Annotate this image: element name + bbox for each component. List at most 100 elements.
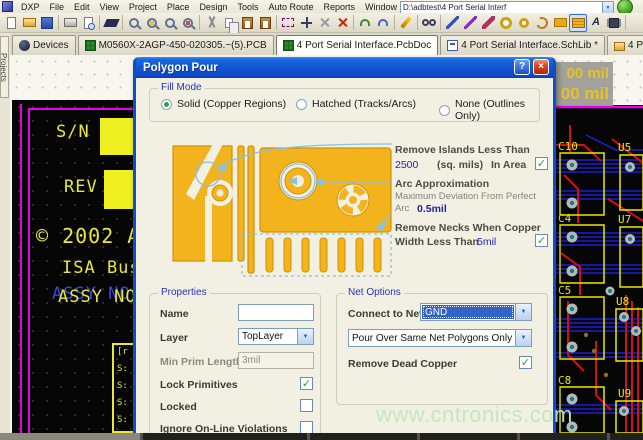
radio-icon[interactable] bbox=[296, 99, 307, 110]
radio-solid[interactable]: Solid (Copper Regions) bbox=[161, 98, 286, 110]
connect-to-net-label: Connect to Net bbox=[348, 308, 423, 320]
chevron-down-icon[interactable]: ▼ bbox=[515, 330, 531, 346]
clear-selection-button[interactable] bbox=[315, 14, 333, 32]
menu-design[interactable]: Design bbox=[194, 2, 232, 12]
necks-width-value[interactable]: 5mil bbox=[477, 236, 496, 248]
arc-deviation-value[interactable]: 0.5mil bbox=[417, 203, 447, 215]
silkscreen-sn-label: S/N bbox=[56, 122, 90, 142]
tab-devices[interactable]: Devices bbox=[12, 35, 76, 55]
place-via-button[interactable] bbox=[515, 14, 533, 32]
select-area-button[interactable] bbox=[279, 14, 297, 32]
toolbar-separator bbox=[99, 15, 100, 30]
interactive-route-icon bbox=[400, 16, 411, 29]
paste-button[interactable] bbox=[238, 14, 256, 32]
close-icon[interactable]: × bbox=[533, 59, 549, 75]
cut-button[interactable] bbox=[202, 14, 220, 32]
polygon-pour-preview bbox=[148, 136, 392, 288]
move-button[interactable] bbox=[297, 14, 315, 32]
open-button[interactable] bbox=[20, 14, 38, 32]
place-component-icon bbox=[609, 18, 619, 28]
place-track-icon bbox=[446, 16, 459, 29]
clear-filter-button[interactable] bbox=[333, 14, 351, 32]
menu-reports[interactable]: Reports bbox=[319, 2, 361, 12]
print-preview-button[interactable] bbox=[79, 14, 97, 32]
undo-icon bbox=[360, 19, 370, 26]
place-wire-button[interactable] bbox=[461, 14, 479, 32]
lock-primitives-checkbox[interactable]: ✓ bbox=[300, 377, 313, 390]
dialog-title-bar[interactable]: Polygon Pour ? × bbox=[136, 57, 553, 78]
clear-filter-icon bbox=[336, 16, 349, 29]
toolbar: A bbox=[0, 13, 643, 33]
svg-text:C8: C8 bbox=[558, 374, 571, 387]
zoom-selected-button[interactable] bbox=[179, 14, 197, 32]
projects-panel-tab[interactable]: Projects bbox=[0, 36, 9, 98]
arc-desc-label: Maximum Deviation From Perfect bbox=[395, 191, 536, 202]
zoom-in-button[interactable] bbox=[125, 14, 143, 32]
toolbar-separator bbox=[58, 15, 59, 30]
place-fill-button[interactable] bbox=[551, 14, 569, 32]
connect-net-combo[interactable]: GND ▼ bbox=[420, 303, 532, 321]
zoom-window-button[interactable] bbox=[143, 14, 161, 32]
find-button[interactable] bbox=[420, 14, 438, 32]
redo-button[interactable] bbox=[374, 14, 392, 32]
menu-edit[interactable]: Edit bbox=[69, 2, 95, 12]
pour-mode-combo[interactable]: Pour Over Same Net Polygons Only ▼ bbox=[348, 329, 532, 347]
tab-uart-line-drivers[interactable]: 4 Port UART and Line Drivers. bbox=[607, 35, 643, 55]
undo-button[interactable] bbox=[356, 14, 374, 32]
chevron-down-icon[interactable]: ▼ bbox=[297, 329, 313, 344]
locked-checkbox[interactable] bbox=[300, 399, 313, 412]
print-button[interactable] bbox=[61, 14, 79, 32]
new-button[interactable] bbox=[2, 14, 20, 32]
help-button[interactable]: ? bbox=[514, 59, 530, 75]
menu-file[interactable]: File bbox=[45, 2, 70, 12]
silkscreen-copyright: © 2002 A bbox=[36, 224, 140, 248]
select-area-icon bbox=[282, 18, 294, 27]
menu-project[interactable]: Project bbox=[124, 2, 162, 12]
tab-serial-interface-schlib[interactable]: 4 Port Serial Interface.SchLib * bbox=[440, 35, 605, 55]
pcb-layout-right[interactable]: C10 C4 C5 C8 U5 U7 U8 U9 bbox=[556, 105, 643, 433]
copy-button[interactable] bbox=[220, 14, 238, 32]
radio-selected-icon[interactable] bbox=[161, 99, 172, 110]
zoom-selected-icon bbox=[183, 18, 193, 28]
place-track-button[interactable] bbox=[443, 14, 461, 32]
place-bus-icon bbox=[482, 16, 495, 29]
menu-view[interactable]: View bbox=[95, 2, 124, 12]
place-string-icon: A bbox=[592, 16, 600, 29]
radio-none[interactable]: None (Outlines Only) bbox=[439, 98, 553, 122]
menu-tools[interactable]: Tools bbox=[232, 2, 263, 12]
menu-dxp[interactable]: DXP bbox=[16, 2, 45, 12]
save-button[interactable] bbox=[38, 14, 56, 32]
tab-serial-interface-pcbdoc[interactable]: 4 Port Serial Interface.PcbDoc bbox=[276, 35, 439, 55]
menu-window[interactable]: Window bbox=[360, 2, 402, 12]
menu-place[interactable]: Place bbox=[162, 2, 195, 12]
open-icon bbox=[23, 18, 36, 27]
remove-necks-checkbox[interactable]: ✓ bbox=[535, 234, 548, 247]
chevron-down-icon[interactable]: ▼ bbox=[602, 2, 613, 13]
menu-auto-route[interactable]: Auto Route bbox=[263, 2, 318, 12]
islands-area-value[interactable]: 2500 bbox=[395, 159, 418, 171]
pcb-doc-icon bbox=[85, 40, 96, 51]
layer-combo[interactable]: TopLayer ▼ bbox=[238, 328, 314, 345]
place-polygon-pour-button[interactable] bbox=[569, 14, 587, 32]
place-bus-button[interactable] bbox=[479, 14, 497, 32]
tab-m0560x-pcb[interactable]: M0560X-2AGP-450-020305.~(5).PCB bbox=[78, 35, 274, 55]
place-string-button[interactable]: A bbox=[587, 14, 605, 32]
radio-icon[interactable] bbox=[439, 105, 450, 116]
paste-recall-button[interactable] bbox=[256, 14, 274, 32]
remove-islands-checkbox[interactable]: ✓ bbox=[535, 157, 548, 170]
remove-dead-copper-checkbox[interactable]: ✓ bbox=[519, 356, 532, 369]
name-input[interactable] bbox=[238, 304, 314, 321]
place-pad-button[interactable] bbox=[497, 14, 515, 32]
zoom-fit-button[interactable] bbox=[161, 14, 179, 32]
pcb-board-left[interactable]: S/N REV © 2002 A ISA Bus ASSY NO ASSY NO… bbox=[12, 100, 140, 433]
board-view-button[interactable] bbox=[102, 14, 120, 32]
radio-hatched[interactable]: Hatched (Tracks/Arcs) bbox=[296, 98, 416, 110]
bottom-panel-bar[interactable] bbox=[0, 433, 643, 440]
interactive-route-button[interactable] bbox=[397, 14, 415, 32]
place-arc-button[interactable] bbox=[533, 14, 551, 32]
pour-mode-value: Pour Over Same Net Polygons Only bbox=[349, 330, 515, 346]
document-tab-bar: Devices M0560X-2AGP-450-020305.~(5).PCB … bbox=[10, 33, 643, 55]
arc-desc2-label: Arc bbox=[395, 203, 409, 214]
chevron-down-icon[interactable]: ▼ bbox=[515, 304, 531, 320]
place-component-button[interactable] bbox=[605, 14, 623, 32]
